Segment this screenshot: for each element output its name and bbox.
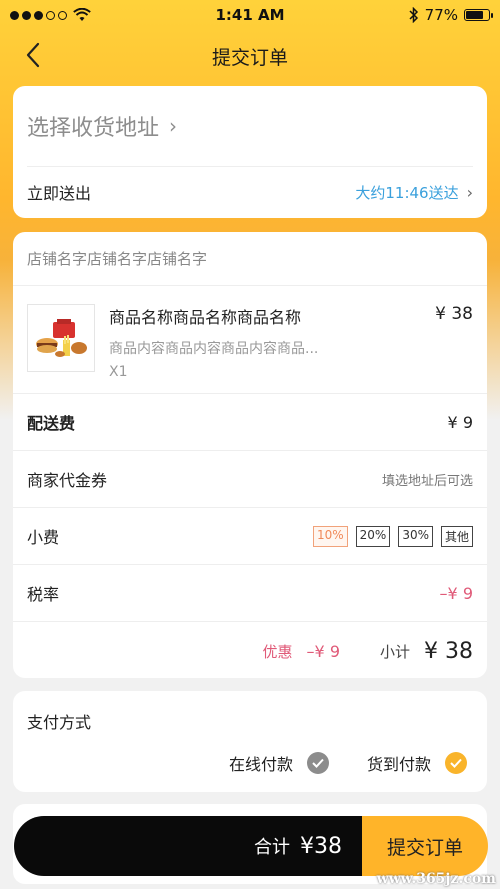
battery-icon (464, 9, 493, 21)
product-image (27, 304, 95, 372)
select-address-label: 选择收货地址 (27, 116, 160, 141)
delivery-fee-label: 配送费 (27, 414, 76, 433)
tip-option-30[interactable]: 30% (398, 525, 433, 547)
delivery-fee-row: 配送费 ¥ 9 (13, 394, 487, 451)
nav-bar: 提交订单 (0, 30, 500, 82)
coupon-row[interactable]: 商家代金券 填选地址后可选 (13, 451, 487, 508)
subtotal-row: 优惠 –¥ 9 小计 ¥ 38 (13, 622, 487, 680)
delivery-time-value: 大约11:46送达 (355, 183, 459, 202)
deliver-now-label: 立即送出 (27, 184, 92, 203)
product-price: ¥ 38 (435, 304, 473, 324)
total-value: ¥38 (300, 833, 342, 859)
payment-card: 支付方式 在线付款 货到付款 (13, 691, 487, 792)
check-icon (306, 752, 329, 774)
coupon-label: 商家代金券 (27, 471, 108, 490)
pay-on-delivery-label: 货到付款 (366, 755, 431, 774)
signal-icon (10, 10, 67, 20)
discount-label: 优惠 (262, 642, 293, 661)
page-title: 提交订单 (211, 46, 288, 69)
back-button[interactable] (20, 40, 50, 70)
wifi-icon (73, 8, 91, 21)
chevron-left-icon (26, 42, 40, 68)
status-bar: 1:41 AM 77% (0, 0, 500, 30)
total-area: 合计 ¥38 (14, 816, 362, 876)
status-left (10, 8, 91, 22)
store-name: 店铺名字店铺名字店铺名字 (13, 232, 487, 286)
status-time: 1:41 AM (215, 6, 285, 24)
tax-row: 税率 –¥ 9 (13, 565, 487, 622)
select-address-row[interactable]: 选择收货地址 › (13, 86, 487, 166)
order-card: 店铺名字店铺名字店铺名字 商品名称商品名称商品名称 ¥ 38 商品内容商品内容商… (13, 232, 487, 678)
delivery-time-row[interactable]: 立即送出 大约11:46送达 › (13, 167, 487, 217)
tax-value: –¥ 9 (439, 583, 473, 603)
bluetooth-icon (409, 7, 418, 23)
product-info: 商品名称商品名称商品名称 ¥ 38 商品内容商品内容商品内容商品... X1 (109, 304, 473, 393)
battery-percent: 77% (424, 6, 458, 24)
tip-option-10[interactable]: 10% (312, 525, 348, 547)
tip-options: 10% 20% 30% 其他 (312, 525, 473, 547)
status-right: 77% (409, 6, 493, 24)
payment-title: 支付方式 (27, 713, 92, 732)
payment-options: 在线付款 货到付款 (13, 741, 487, 775)
submit-order-button[interactable]: 提交订单 (362, 816, 488, 876)
total-label: 合计 (254, 837, 290, 858)
checkout-bar: 合计 ¥38 提交订单 (14, 816, 488, 876)
watermark: www.365jz.com (376, 871, 496, 887)
delivery-time[interactable]: 大约11:46送达 › (355, 182, 473, 203)
coupon-hint: 填选地址后可选 (381, 473, 473, 489)
tax-label: 税率 (27, 585, 60, 604)
battery-level (466, 11, 483, 19)
product-description: 商品内容商品内容商品内容商品... (109, 341, 319, 357)
delivery-fee-value: ¥ 9 (447, 412, 473, 432)
subtotal-label: 小计 (380, 642, 411, 661)
chevron-right-icon: › (466, 182, 473, 202)
product-name: 商品名称商品名称商品名称 (109, 308, 302, 327)
pay-online-option[interactable]: 在线付款 (229, 751, 329, 775)
subtotal-value: ¥ 38 (424, 638, 473, 664)
pay-on-delivery-option[interactable]: 货到付款 (367, 751, 467, 775)
product-quantity: X1 (109, 364, 128, 380)
pay-online-label: 在线付款 (228, 755, 293, 774)
tip-option-other[interactable]: 其他 (440, 525, 473, 547)
tip-row: 小费 10% 20% 30% 其他 (13, 508, 487, 565)
discount-value: –¥ 9 (306, 641, 340, 661)
check-icon (445, 752, 467, 774)
tip-label: 小费 (27, 528, 60, 547)
tip-option-20[interactable]: 20% (355, 525, 391, 547)
chevron-right-icon: › (169, 114, 178, 138)
product-row[interactable]: 商品名称商品名称商品名称 ¥ 38 商品内容商品内容商品内容商品... X1 (13, 286, 487, 394)
address-card: 选择收货地址 › 立即送出 大约11:46送达 › (13, 86, 487, 218)
